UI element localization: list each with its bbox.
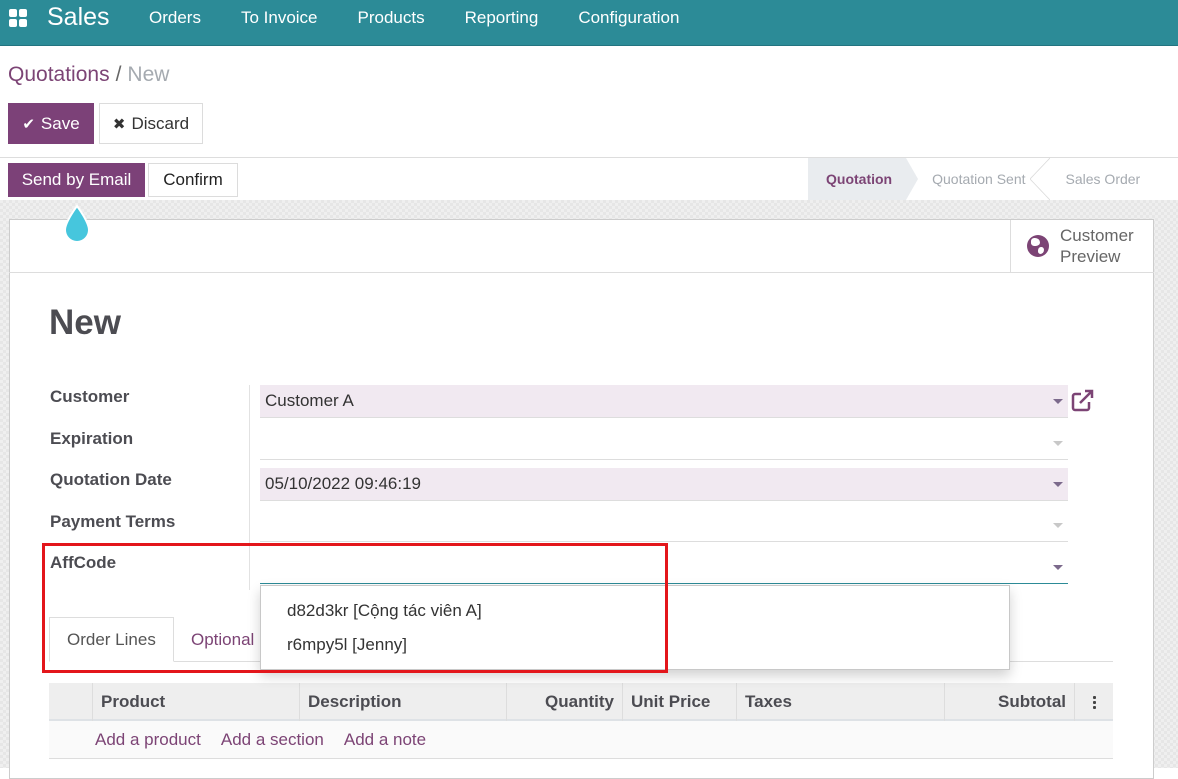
optional-columns-toggle[interactable] bbox=[1074, 683, 1113, 721]
affcode-label: AffCode bbox=[50, 553, 117, 572]
discard-label: Discard bbox=[131, 113, 190, 133]
chevron-down-icon[interactable] bbox=[1053, 565, 1063, 570]
chevron-down-icon[interactable] bbox=[1053, 399, 1063, 404]
expiration-field[interactable] bbox=[260, 427, 1068, 460]
handle-column-header bbox=[49, 683, 92, 721]
customer-preview-line1: Customer bbox=[1060, 226, 1134, 245]
kebab-menu-icon bbox=[1083, 695, 1105, 709]
droplet-icon bbox=[63, 204, 91, 243]
stage-sales-order[interactable]: Sales Order bbox=[1040, 158, 1155, 200]
quotation-date-field[interactable]: 05/10/2022 09:46:19 bbox=[260, 468, 1068, 501]
top-navbar: Sales Orders To Invoice Products Reporti… bbox=[0, 0, 1178, 46]
discard-button[interactable]: ✖ Discard bbox=[99, 103, 203, 144]
main-menu: Orders To Invoice Products Reporting Con… bbox=[149, 8, 719, 28]
stage-quotation[interactable]: Quotation bbox=[808, 158, 919, 200]
customer-label: Customer bbox=[50, 387, 130, 406]
tab-order-lines[interactable]: Order Lines bbox=[49, 617, 174, 662]
breadcrumb-current: New bbox=[127, 63, 170, 86]
affcode-option[interactable]: d82d3kr [Cộng tác viên A] bbox=[261, 594, 1009, 628]
save-button[interactable]: ✔ Save bbox=[8, 103, 94, 144]
app-name[interactable]: Sales bbox=[47, 3, 110, 32]
column-subtotal[interactable]: Subtotal bbox=[944, 683, 1074, 721]
column-unit-price[interactable]: Unit Price bbox=[622, 683, 736, 721]
chevron-down-icon[interactable] bbox=[1053, 523, 1063, 528]
customer-preview-line2: Preview bbox=[1060, 247, 1121, 266]
button-box bbox=[9, 219, 1154, 273]
column-taxes[interactable]: Taxes bbox=[736, 683, 944, 721]
add-product-link[interactable]: Add a product bbox=[95, 730, 201, 750]
table-header: Product Description Quantity Unit Price … bbox=[49, 683, 1113, 721]
affcode-field[interactable] bbox=[260, 551, 1068, 584]
label-divider bbox=[249, 385, 250, 590]
chevron-down-icon[interactable] bbox=[1053, 441, 1063, 446]
customer-preview-label: Customer Preview bbox=[1060, 225, 1134, 267]
order-lines-table: Product Description Quantity Unit Price … bbox=[49, 683, 1113, 759]
quotation-date-value: 05/10/2022 09:46:19 bbox=[265, 474, 421, 493]
column-description[interactable]: Description bbox=[299, 683, 506, 721]
column-quantity[interactable]: Quantity bbox=[506, 683, 622, 721]
expiration-label: Expiration bbox=[50, 429, 134, 448]
external-link-icon[interactable] bbox=[1070, 389, 1096, 413]
breadcrumb-quotations[interactable]: Quotations bbox=[8, 63, 110, 86]
customer-value: Customer A bbox=[265, 391, 354, 410]
save-label: Save bbox=[40, 113, 80, 133]
customer-field[interactable]: Customer A bbox=[260, 385, 1068, 418]
apps-menu-icon[interactable] bbox=[9, 9, 27, 27]
payment-terms-field[interactable] bbox=[260, 509, 1068, 542]
add-note-link[interactable]: Add a note bbox=[344, 730, 426, 750]
stage-quotation-sent[interactable]: Quotation Sent bbox=[906, 158, 1050, 200]
quotation-date-label: Quotation Date bbox=[50, 470, 172, 489]
customer-preview-button[interactable]: Customer Preview bbox=[1010, 220, 1153, 272]
close-icon: ✖ bbox=[112, 115, 126, 133]
record-title: New bbox=[49, 303, 121, 342]
menu-configuration[interactable]: Configuration bbox=[578, 8, 679, 28]
check-icon: ✔ bbox=[22, 115, 35, 133]
column-product[interactable]: Product bbox=[92, 683, 299, 721]
send-by-email-button[interactable]: Send by Email bbox=[8, 163, 145, 197]
menu-orders[interactable]: Orders bbox=[149, 8, 201, 28]
affcode-dropdown: d82d3kr [Cộng tác viên A] r6mpy5l [Jenny… bbox=[260, 585, 1010, 670]
chevron-down-icon[interactable] bbox=[1053, 482, 1063, 487]
add-section-link[interactable]: Add a section bbox=[221, 730, 324, 750]
breadcrumb: Quotations / New bbox=[8, 63, 169, 87]
page-scrollbar[interactable] bbox=[1172, 200, 1178, 768]
menu-reporting[interactable]: Reporting bbox=[465, 8, 539, 28]
globe-icon bbox=[1027, 235, 1049, 257]
tab-optional-products[interactable]: Optional bbox=[174, 617, 271, 662]
add-line-row: Add a product Add a section Add a note bbox=[49, 721, 1113, 759]
menu-products[interactable]: Products bbox=[358, 8, 425, 28]
payment-terms-label: Payment Terms bbox=[50, 512, 176, 531]
confirm-button[interactable]: Confirm bbox=[148, 163, 238, 197]
breadcrumb-separator: / bbox=[115, 63, 122, 86]
status-stages: Quotation Quotation Sent Sales Order bbox=[808, 158, 1154, 200]
menu-to-invoice[interactable]: To Invoice bbox=[241, 8, 318, 28]
affcode-option[interactable]: r6mpy5l [Jenny] bbox=[261, 628, 1009, 662]
